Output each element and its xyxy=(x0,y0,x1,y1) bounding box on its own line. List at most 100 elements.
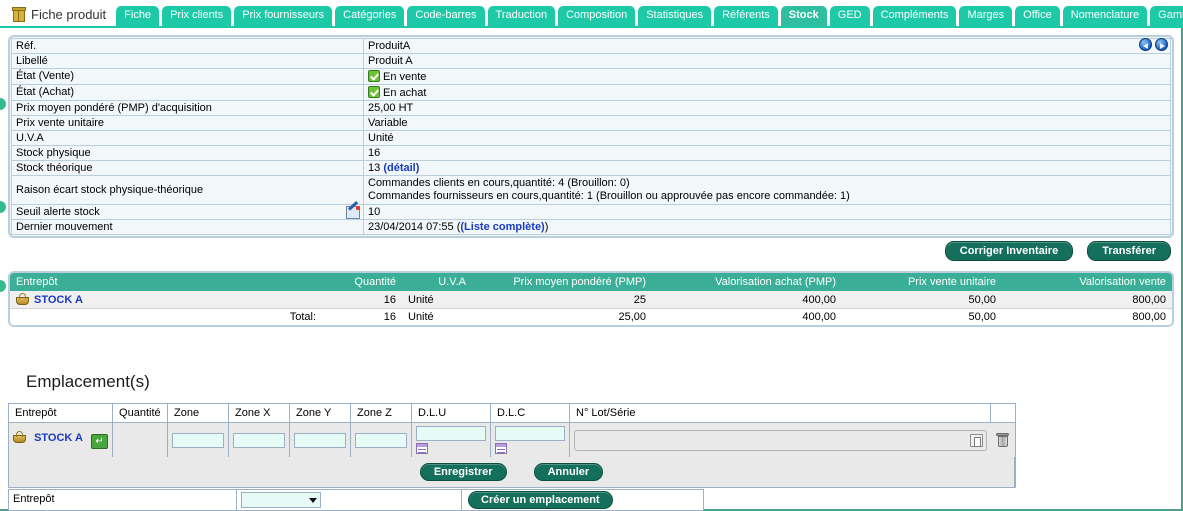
tab-traduction[interactable]: Traduction xyxy=(487,6,556,26)
pencil-edit-icon[interactable] xyxy=(346,206,360,219)
tab-stock[interactable]: Stock xyxy=(780,6,827,26)
table-row-stock-theorique: Stock théorique 13 (détail) xyxy=(11,160,1171,176)
product-info-table: Réf. ProduitA Libellé Produit A État (Vente)… xyxy=(11,38,1171,235)
tab-statistiques[interactable]: Statistiques xyxy=(638,6,712,26)
zone-input[interactable] xyxy=(172,432,225,448)
tab-prix-clients[interactable]: Prix clients xyxy=(162,6,232,26)
warehouse-col-header: Prix moyen pondéré (PMP) xyxy=(472,273,652,291)
left-marker-3 xyxy=(0,280,6,292)
table-row: État (Achat) En achat xyxy=(11,84,1171,101)
enregistrer-button[interactable]: Enregistrer xyxy=(419,463,507,481)
total-label: Total: xyxy=(10,308,322,325)
warehouse-summary-table: Entrepôt Quantité U.V.A Prix moyen pondéré … xyxy=(10,273,1172,325)
content-area: Réf. ProduitA Libellé Produit A État (Vente)… xyxy=(0,28,1183,511)
row-value: Commandes clients en cours,quantité: 4 (… xyxy=(363,175,1171,205)
emplacement-col-header: Quantité xyxy=(112,404,169,423)
tab-bar: Fiche produit Fiche Prix clients Prix four… xyxy=(0,0,1183,28)
row-label: Libellé xyxy=(11,53,364,69)
tab-r-f-rents[interactable]: Référents xyxy=(714,6,778,26)
total-valo-achat: 400,00 xyxy=(652,308,842,325)
raison-line-1: Commandes clients en cours,quantité: 4 (… xyxy=(368,177,630,189)
tab-nomenclature[interactable]: Nomenclature xyxy=(1062,6,1148,26)
table-row: Réf. ProduitA xyxy=(11,38,1171,54)
emplacement-col-header: Entrepôt xyxy=(9,404,114,423)
tab-prix-fournisseurs[interactable]: Prix fournisseurs xyxy=(234,6,333,26)
enter-key-icon[interactable]: ↵ xyxy=(91,434,109,449)
tab-gamme[interactable]: Gamme xyxy=(1150,6,1183,26)
dlc-input[interactable] xyxy=(495,426,566,441)
table-row: U.V.A Unité xyxy=(11,130,1171,146)
arrow-left-circle-icon[interactable] xyxy=(1139,38,1152,51)
cell-uva: Unité xyxy=(402,291,472,309)
liste-complete-link[interactable]: (Liste complète) xyxy=(460,221,544,233)
emplacement-col-header: Zone X xyxy=(228,404,291,423)
emplacements-header-row: Entrepôt Quantité Zone Zone X Zone Y Zone Z D.… xyxy=(9,404,1015,423)
row-label: Raison écart stock physique-théorique xyxy=(11,175,364,205)
table-row: État (Vente) En vente xyxy=(11,68,1171,85)
tab-fiche[interactable]: Fiche xyxy=(116,6,160,26)
emplacement-col-header: Zone Z xyxy=(350,404,413,423)
row-value: Produit A xyxy=(363,53,1171,69)
save-row-cell: Enregistrer Annuler xyxy=(9,457,1015,487)
row-value: Variable xyxy=(363,115,1171,131)
tab-office[interactable]: Office xyxy=(1015,6,1060,26)
table-row-seuil: Seuil alerte stock 10 xyxy=(11,204,1171,220)
cell-valo-vente: 800,00 xyxy=(1002,291,1172,309)
row-value: 16 xyxy=(363,145,1171,161)
row-label: Stock physique xyxy=(11,145,364,161)
zone-z-input[interactable] xyxy=(355,432,408,448)
table-row-dernier-mouvement: Dernier mouvement 23/04/2014 07:55 ((Lis… xyxy=(11,219,1171,235)
row-label: Prix vente unitaire xyxy=(11,115,364,131)
tab-composition[interactable]: Composition xyxy=(558,6,636,26)
total-uva: Unité xyxy=(402,308,472,325)
corriger-inventaire-button[interactable]: Corriger Inventaire xyxy=(944,241,1074,261)
calendar-icon[interactable] xyxy=(416,443,429,454)
table-row-raison: Raison écart stock physique-théorique Co… xyxy=(11,175,1171,205)
warehouse-summary-panel: Entrepôt Quantité U.V.A Prix moyen pondéré … xyxy=(8,271,1174,327)
arrow-right-circle-icon[interactable] xyxy=(1155,38,1168,51)
emplacement-warehouse-name[interactable]: STOCK A xyxy=(34,432,83,444)
creer-emplacement-button[interactable]: Créer un emplacement xyxy=(468,491,613,509)
tab-ged[interactable]: GED xyxy=(829,6,870,26)
left-marker-2 xyxy=(0,201,6,213)
tab-code-barres[interactable]: Code-barres xyxy=(407,6,485,26)
emplacement-save-row: Enregistrer Annuler xyxy=(9,457,1015,487)
emplacements-panel: Entrepôt Quantité Zone Zone X Zone Y Zone Z D.… xyxy=(8,403,1016,488)
liste-complete-wrap: ((Liste complète)) xyxy=(456,221,549,233)
cell-zone-x xyxy=(228,422,291,457)
warehouse-name-link[interactable]: STOCK A xyxy=(34,294,83,306)
dlu-input[interactable] xyxy=(416,426,487,441)
total-pmp: 25,00 xyxy=(472,308,652,325)
lot-serie-input[interactable] xyxy=(574,429,987,451)
row-label: État (Vente) xyxy=(11,68,364,85)
zone-y-input[interactable] xyxy=(294,432,347,448)
emplacement-col-header: D.L.U xyxy=(411,404,492,423)
detail-link[interactable]: (détail) xyxy=(383,162,419,174)
row-label: Seuil alerte stock xyxy=(11,204,364,220)
emplacements-table: Entrepôt Quantité Zone Zone X Zone Y Zone Z D.… xyxy=(9,404,1015,487)
cell-dlu xyxy=(411,422,492,457)
table-row-emplacement: STOCK A ↵ xyxy=(9,422,1015,457)
table-row: Prix moyen pondéré (PMP) d'acquisition 25… xyxy=(11,100,1171,116)
trash-icon[interactable] xyxy=(996,432,1009,448)
calendar-icon[interactable] xyxy=(495,443,508,454)
tab-marges[interactable]: Marges xyxy=(959,6,1013,26)
cell-pmp: 25 xyxy=(472,291,652,309)
total-valo-vente: 800,00 xyxy=(1002,308,1172,325)
warehouse-basket-icon xyxy=(16,293,29,305)
raison-line-2: Commandes fournisseurs en cours,quantité… xyxy=(368,190,850,202)
transferer-button[interactable]: Transférer xyxy=(1087,241,1171,261)
row-label: Stock théorique xyxy=(11,160,364,176)
table-row: Prix vente unitaire Variable xyxy=(11,115,1171,131)
picker-icon[interactable] xyxy=(969,433,983,447)
row-value: En achat xyxy=(363,84,1171,101)
entrepot-select[interactable] xyxy=(241,492,321,508)
cell-pvu: 50,00 xyxy=(842,291,1002,309)
row-label: U.V.A xyxy=(11,130,364,146)
tab-compl-ments[interactable]: Compléments xyxy=(872,6,957,26)
tab-cat-gories[interactable]: Catégories xyxy=(335,6,405,26)
box-icon xyxy=(12,7,26,22)
check-icon xyxy=(368,86,380,98)
annuler-button[interactable]: Annuler xyxy=(533,463,604,481)
zone-x-input[interactable] xyxy=(233,432,286,448)
